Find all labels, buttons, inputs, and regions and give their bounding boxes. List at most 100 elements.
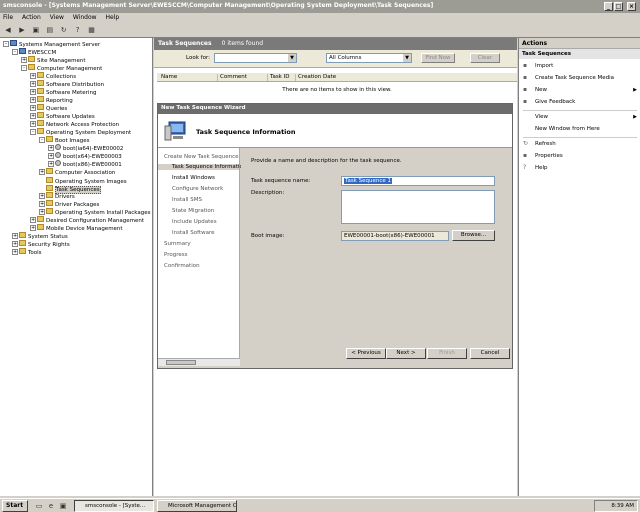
- scrollbar-thumb[interactable]: [166, 360, 196, 365]
- expand-icon[interactable]: +: [30, 113, 36, 119]
- tree-item[interactable]: + Reporting: [0, 96, 152, 104]
- cancel-button[interactable]: Cancel: [470, 348, 510, 359]
- clear-button[interactable]: Clear: [470, 53, 500, 63]
- expand-icon[interactable]: +: [30, 97, 36, 103]
- expand-icon[interactable]: +: [30, 73, 36, 79]
- expand-icon[interactable]: +: [21, 57, 27, 63]
- tree-item[interactable]: + Software Updates: [0, 112, 152, 120]
- collapse-icon[interactable]: -: [3, 41, 9, 47]
- column-creation-date[interactable]: Creation Date: [295, 74, 336, 81]
- expand-icon[interactable]: +: [12, 249, 18, 255]
- tree-item[interactable]: + Drivers: [0, 192, 152, 200]
- collapse-icon[interactable]: -: [21, 65, 27, 71]
- chevron-down-icon[interactable]: ▼: [288, 54, 296, 62]
- expand-icon[interactable]: +: [12, 241, 18, 247]
- tree-item[interactable]: + Computer Association: [0, 168, 152, 176]
- browse-button[interactable]: Browse...: [452, 230, 495, 241]
- properties-icon[interactable]: ▦: [87, 25, 97, 35]
- task-sequence-name-input[interactable]: Task Sequence 1: [341, 176, 495, 186]
- up-folder-icon[interactable]: ▣: [31, 25, 41, 35]
- action-item[interactable]: ? Help: [519, 163, 640, 173]
- expand-icon[interactable]: +: [12, 233, 18, 239]
- tree-item[interactable]: - EWESCCM: [0, 48, 152, 56]
- column-task-id[interactable]: Task ID: [267, 74, 289, 81]
- actions-section[interactable]: Task Sequences: [519, 49, 640, 59]
- maximize-button[interactable]: □: [614, 2, 623, 11]
- action-item[interactable]: ↻ Refresh: [519, 139, 640, 149]
- tree-item[interactable]: - Systems Management Server: [0, 40, 152, 48]
- console-icon[interactable]: ▣: [58, 501, 68, 511]
- action-item[interactable]: ▪ New ▶: [519, 85, 640, 95]
- action-item[interactable]: ▪ Import: [519, 61, 640, 71]
- expand-icon[interactable]: +: [39, 201, 45, 207]
- tree-item[interactable]: - Computer Management: [0, 64, 152, 72]
- action-item[interactable]: New Window from Here: [519, 124, 640, 134]
- tree-item[interactable]: Task Sequences: [0, 184, 152, 194]
- expand-icon[interactable]: +: [30, 89, 36, 95]
- taskbar-task-smsconsole[interactable]: smsconsole - [Syste...: [74, 500, 154, 512]
- taskbar-task-mmc[interactable]: Microsoft Management C...: [157, 500, 237, 512]
- chevron-down-icon[interactable]: ▼: [403, 54, 411, 62]
- tree-item[interactable]: + Operating System Install Packages: [0, 208, 152, 216]
- back-icon[interactable]: ◀: [3, 25, 13, 35]
- help-icon[interactable]: ?: [73, 25, 83, 35]
- close-button[interactable]: ×: [627, 2, 636, 11]
- look-for-input[interactable]: ▼: [214, 53, 297, 63]
- tree-item[interactable]: + Driver Packages: [0, 200, 152, 208]
- tree-item[interactable]: Operating System Images: [0, 176, 152, 185]
- start-button[interactable]: Start: [2, 500, 28, 512]
- action-item[interactable]: ▪ Properties: [519, 151, 640, 161]
- action-item[interactable]: ▪ Create Task Sequence Media: [519, 73, 640, 83]
- menu-view[interactable]: View: [50, 14, 64, 21]
- tree-item[interactable]: + boot(x86)-EWE00001: [0, 160, 152, 168]
- tree-item[interactable]: + System Status: [0, 232, 152, 240]
- column-comment[interactable]: Comment: [217, 74, 247, 81]
- tree-item[interactable]: + Software Metering: [0, 88, 152, 96]
- menu-file[interactable]: File: [3, 14, 13, 21]
- expand-icon[interactable]: +: [30, 225, 36, 231]
- show-tree-icon[interactable]: ▤: [45, 25, 55, 35]
- tree-item[interactable]: + Desired Configuration Management: [0, 216, 152, 224]
- tree-item[interactable]: + Software Distribution: [0, 80, 152, 88]
- browser-icon[interactable]: e: [46, 501, 56, 511]
- next-button[interactable]: Next >: [386, 348, 426, 359]
- tree-item[interactable]: + Network Access Protection: [0, 120, 152, 128]
- expand-icon[interactable]: +: [39, 169, 45, 175]
- action-item[interactable]: ▪ Give Feedback: [519, 97, 640, 107]
- search-column-select[interactable]: All Columns ▼: [326, 53, 412, 63]
- refresh-icon[interactable]: ↻: [59, 25, 69, 35]
- menu-help[interactable]: Help: [105, 14, 119, 21]
- tree-item[interactable]: - Boot Images: [0, 136, 152, 144]
- steps-scrollbar[interactable]: [158, 358, 240, 366]
- expand-icon[interactable]: +: [48, 145, 54, 151]
- minimize-button[interactable]: _: [604, 2, 613, 11]
- action-item[interactable]: View ▶: [519, 112, 640, 122]
- tree-item[interactable]: + Site Management: [0, 56, 152, 64]
- tree-item[interactable]: + boot(x64)-EWE00003: [0, 152, 152, 160]
- collapse-icon[interactable]: -: [39, 137, 45, 143]
- find-now-button[interactable]: Find Now: [421, 53, 455, 63]
- tree-item[interactable]: + Security Rights: [0, 240, 152, 248]
- expand-icon[interactable]: +: [39, 209, 45, 215]
- tree-item[interactable]: - Operating System Deployment: [0, 128, 152, 136]
- expand-icon[interactable]: +: [30, 217, 36, 223]
- expand-icon[interactable]: +: [48, 161, 54, 167]
- expand-icon[interactable]: +: [30, 105, 36, 111]
- collapse-icon[interactable]: -: [30, 129, 36, 135]
- description-textarea[interactable]: [341, 190, 495, 224]
- expand-icon[interactable]: +: [48, 153, 54, 159]
- expand-icon[interactable]: +: [30, 121, 36, 127]
- finish-button[interactable]: Finish: [427, 348, 467, 359]
- show-desktop-icon[interactable]: ▭: [34, 501, 44, 511]
- tree-item[interactable]: + boot(ia64)-EWE00002: [0, 144, 152, 152]
- expand-icon[interactable]: +: [39, 193, 45, 199]
- tree-item[interactable]: + Tools: [0, 248, 152, 256]
- collapse-icon[interactable]: -: [12, 49, 18, 55]
- previous-button[interactable]: < Previous: [346, 348, 386, 359]
- expand-icon[interactable]: +: [30, 81, 36, 87]
- tree-item[interactable]: + Mobile Device Management: [0, 224, 152, 232]
- menu-action[interactable]: Action: [22, 14, 41, 21]
- forward-icon[interactable]: ▶: [17, 25, 27, 35]
- tree-item[interactable]: + Queries: [0, 104, 152, 112]
- tree-item[interactable]: + Collections: [0, 72, 152, 80]
